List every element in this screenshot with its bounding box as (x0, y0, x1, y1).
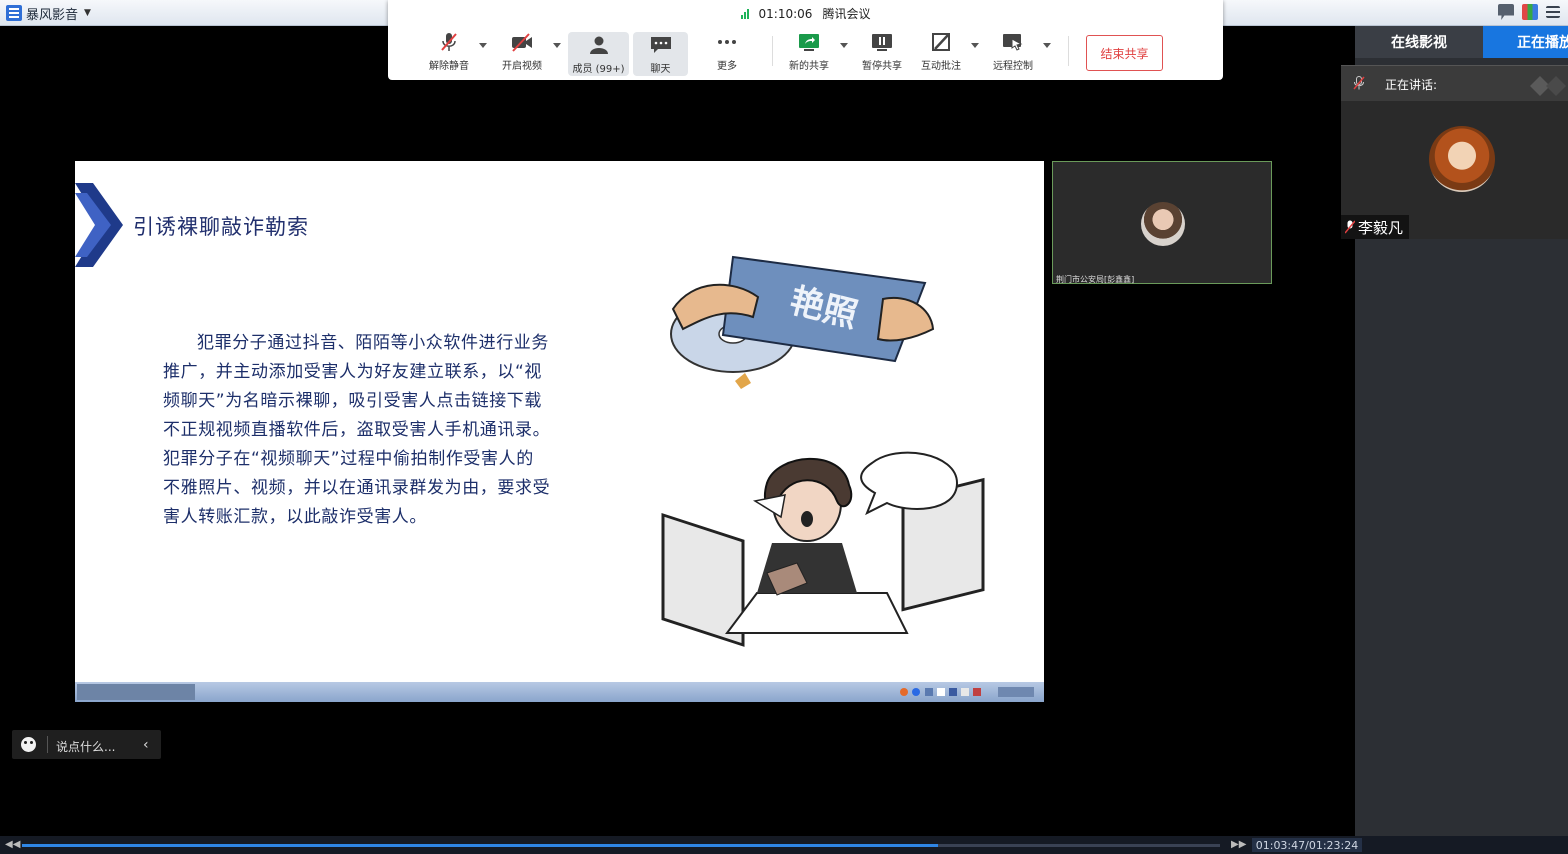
playback-time: 01:03:47/01:23:24 (1252, 838, 1362, 852)
progress-track[interactable] (22, 844, 1220, 847)
share-screen-icon (799, 34, 819, 51)
chat-button[interactable]: 聊天 (633, 32, 688, 76)
speaking-label: 正在讲话: (1385, 78, 1438, 92)
mic-muted-icon (441, 33, 457, 51)
tab-online-video[interactable]: 在线影视 (1355, 26, 1483, 58)
chat-icon (650, 37, 671, 53)
meeting-app-title: 腾讯会议 (822, 7, 871, 21)
thumbnail-caption: 荆门市公安局[彭鑫鑫] (1056, 275, 1135, 284)
slide-body-line: 不雅照片、视频，并以在通讯录群发为由，要求受 (163, 478, 551, 498)
new-share-button[interactable]: 新的共享 (786, 32, 832, 76)
chat-input-bar[interactable]: 说点什么... ‹ (12, 730, 161, 759)
more-button[interactable]: 更多 (706, 32, 748, 76)
comment-icon[interactable] (1498, 4, 1514, 20)
end-share-button[interactable]: 结束共享 (1086, 35, 1163, 71)
camera-off-icon (512, 33, 532, 52)
chevron-down-icon: ▼ (84, 8, 91, 18)
mic-muted-icon (1353, 76, 1365, 90)
toolbar-divider (772, 36, 773, 66)
meeting-elapsed: 01:10:06 (758, 6, 813, 21)
annotate-dropdown[interactable] (971, 43, 979, 48)
victim-illustration (661, 451, 985, 647)
annotate-pen-icon (932, 33, 950, 51)
screen: 暴风影音 ▼ 引诱裸聊敲诈勒索 犯罪分子通过抖音、陌陌等小众软件进行业务推广，并… (0, 0, 1568, 854)
speaker-name: 李毅凡 (1358, 218, 1404, 237)
avatar (1141, 202, 1185, 246)
player-logo-icon (6, 5, 22, 21)
person-icon (589, 36, 608, 54)
slide-body-line: 犯罪分子在“视频聊天”过程中偷拍制作受害人的 (163, 449, 534, 469)
playback-progress-bar: ◀◀ ▶▶ 01:03:47/01:23:24 (0, 836, 1568, 854)
pause-share-button[interactable]: 暂停共享 (858, 32, 906, 76)
chevron-left-icon[interactable]: ‹ (143, 737, 149, 753)
more-icon (718, 40, 736, 44)
fast-forward-icon[interactable]: ▶▶ (1231, 839, 1246, 850)
slide-title: 引诱裸聊敲诈勒索 (133, 215, 309, 239)
members-button[interactable]: 成员 (99+) (568, 32, 629, 76)
speaking-panel: 正在讲话: 李毅凡 (1341, 65, 1568, 239)
progress-fill (22, 844, 939, 847)
remote-control-icon (1003, 34, 1023, 51)
skin-icon[interactable] (1522, 4, 1538, 20)
mic-muted-small-icon (1345, 220, 1355, 234)
diamond-decoration-icon (1530, 76, 1566, 96)
slide-body-text: 犯罪分子通过抖音、陌陌等小众软件进行业务推广，并主动添加受害人为好友建立联系，以… (163, 329, 635, 532)
remote-control-button[interactable]: 远程控制 (988, 32, 1038, 76)
player-menu-button[interactable]: 暴风影音 ▼ (6, 4, 91, 23)
unmute-dropdown[interactable] (479, 43, 487, 48)
share-dropdown[interactable] (840, 43, 848, 48)
player-app-name: 暴风影音 (26, 7, 79, 23)
emoji-icon[interactable] (21, 737, 36, 752)
slide-body-line: 害人转账汇款，以此敲诈受害人。 (163, 507, 427, 527)
slide-body-line: 频聊天”为名暗示裸聊，吸引受害人点击链接下载 (163, 391, 543, 411)
slide-body-line: 不正规视频直播软件后，盗取受害人手机通讯录。 (163, 420, 551, 440)
speaking-header: 正在讲话: (1341, 66, 1568, 101)
chat-placeholder[interactable]: 说点什么... (56, 738, 115, 755)
taskbar-apps (77, 684, 195, 700)
speaker-name-tag: 李毅凡 (1341, 215, 1410, 239)
video-dropdown[interactable] (553, 43, 561, 48)
meeting-status: 01:10:06 腾讯会议 (388, 5, 1223, 22)
taskbar-tray-icons (900, 687, 1034, 697)
menu-icon[interactable] (1546, 6, 1560, 18)
annotate-button[interactable]: 互动批注 (917, 32, 965, 76)
chat-divider (47, 736, 48, 753)
shared-screen-thumbnail[interactable]: 荆门市公安局[彭鑫鑫] (1052, 161, 1272, 284)
speaker-avatar (1429, 126, 1495, 192)
shared-screen-slide: 引诱裸聊敲诈勒索 犯罪分子通过抖音、陌陌等小众软件进行业务推广，并主动添加受害人… (75, 161, 1044, 702)
toolbar-divider (1068, 36, 1069, 66)
disc-illustration: 艳照 (670, 255, 935, 389)
meeting-toolbar: 01:10:06 腾讯会议 解除静音 开启视频 成员 (99+) 聊天 更多 新… (388, 0, 1223, 80)
player-window-controls (1498, 4, 1560, 20)
rewind-icon[interactable]: ◀◀ (5, 839, 20, 850)
start-video-button[interactable]: 开启视频 (496, 32, 548, 76)
signal-icon (740, 8, 749, 19)
slide-body-line: 犯罪分子通过抖音、陌陌等小众软件进行业务 (197, 333, 549, 353)
tab-now-playing[interactable]: 正在播放 (1483, 26, 1568, 58)
side-panel-tabs: 在线影视 正在播放 (1355, 26, 1568, 58)
remote-control-dropdown[interactable] (1043, 43, 1051, 48)
chevron-decoration-icon (75, 183, 123, 267)
pause-icon (872, 34, 892, 51)
slide-taskbar (75, 682, 1044, 702)
unmute-button[interactable]: 解除静音 (425, 32, 473, 76)
slide-body-line: 推广，并主动添加受害人为好友建立联系，以“视 (163, 362, 543, 382)
